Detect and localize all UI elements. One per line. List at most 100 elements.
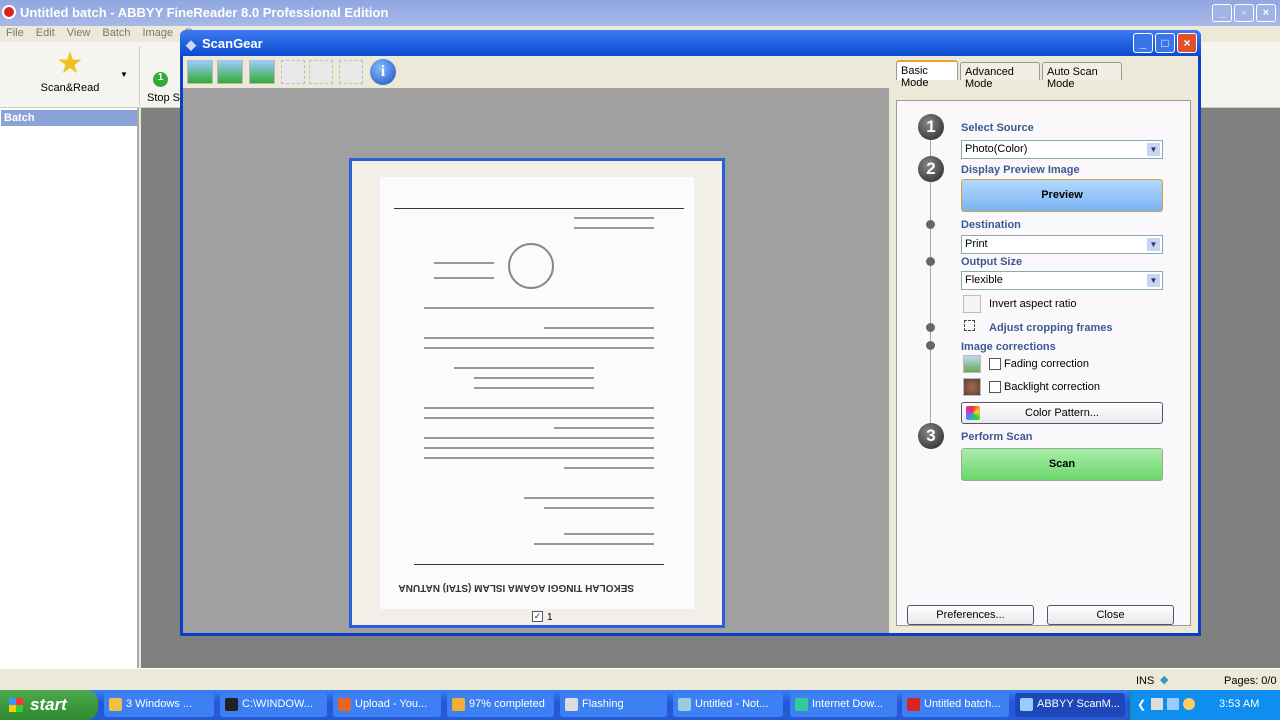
menu-view[interactable]: View — [67, 26, 91, 39]
close-dialog-button[interactable]: Close — [1047, 605, 1174, 625]
taskbar-item-label: 3 Windows ... — [126, 698, 193, 710]
menu-batch[interactable]: Batch — [102, 26, 130, 39]
select-all-icon[interactable] — [281, 60, 305, 84]
menu-file[interactable]: File — [6, 26, 24, 39]
taskbar-item-label: Upload - You... — [355, 698, 428, 710]
backlight-correction-label: Backlight correction — [1004, 381, 1100, 393]
scan-read-label: Scan&Read — [40, 82, 100, 94]
zoom-image-icon[interactable] — [187, 60, 213, 84]
taskbar-item[interactable]: Flashing — [560, 693, 667, 717]
scangear-dialog: ◆ ScanGear _ □ × i SEKOLAH TINGGI AGAMA … — [180, 30, 1201, 636]
fading-correction-checkbox[interactable] — [989, 358, 1001, 370]
minimize-button[interactable]: _ — [1212, 4, 1232, 22]
preferences-button[interactable]: Preferences... — [907, 605, 1034, 625]
preview-area[interactable]: SEKOLAH TINGGI AGAMA ISLAM (STAI) NATUNA… — [183, 88, 889, 633]
download-icon — [452, 698, 465, 711]
tab-basic-mode[interactable]: Basic Mode — [896, 60, 958, 89]
tab-advanced-mode[interactable]: Advanced Mode — [960, 62, 1040, 90]
preview-button[interactable]: Preview — [961, 179, 1163, 212]
destination-dropdown[interactable]: Print ▼ — [961, 235, 1163, 254]
rotate-right-icon[interactable] — [249, 60, 275, 84]
perform-scan-label: Perform Scan — [961, 431, 1033, 443]
taskbar-item[interactable]: Upload - You... — [333, 693, 441, 717]
pages-count: Pages: 0/0 — [1224, 675, 1277, 687]
auto-crop-icon[interactable] — [339, 60, 363, 84]
taskbar-item-label: Untitled batch... — [924, 698, 1001, 710]
close-button[interactable]: × — [1256, 4, 1276, 22]
scanner-icon — [1020, 698, 1033, 711]
tray-expand-icon[interactable]: ❮ — [1137, 698, 1146, 711]
fading-correction-label: Fading correction — [1004, 358, 1089, 370]
scangear-title-bar: ◆ ScanGear _ □ × — [180, 30, 1201, 56]
bullet-icon — [926, 323, 935, 332]
menu-image[interactable]: Image — [143, 26, 174, 39]
menu-edit[interactable]: Edit — [36, 26, 55, 39]
scangear-title: ScanGear — [202, 36, 263, 51]
image-corrections-label: Image corrections — [961, 341, 1056, 353]
scan-button[interactable]: Scan — [961, 448, 1163, 481]
taskbar: start 3 Windows ... C:\WINDOW... Upload - … — [0, 690, 1280, 720]
finereader-icon — [2, 5, 16, 19]
taskbar-item[interactable]: C:\WINDOW... — [220, 693, 327, 717]
output-size-value: Flexible — [965, 274, 1003, 286]
chevron-down-icon: ▼ — [1147, 238, 1160, 251]
firefox-icon — [338, 698, 351, 711]
backlight-correction-checkbox[interactable] — [989, 381, 1001, 393]
adjust-cropping-link[interactable]: Adjust cropping frames — [989, 322, 1112, 334]
tray-app-icon[interactable] — [1151, 698, 1163, 710]
main-title-bar: Untitled batch - ABBYY FineReader 8.0 Pr… — [0, 0, 1280, 26]
step-1-badge: 1 — [918, 114, 944, 140]
idm-icon — [795, 698, 808, 711]
start-button[interactable]: start — [0, 690, 98, 720]
tab-auto-scan-mode[interactable]: Auto Scan Mode — [1042, 62, 1122, 90]
tray-network-icon[interactable] — [1167, 698, 1179, 710]
scanner-icon: ◆ — [186, 37, 196, 52]
system-tray: ❮ 3:53 AM — [1130, 690, 1280, 720]
taskbar-item[interactable]: 97% completed — [447, 693, 554, 717]
taskbar-item[interactable]: ABBYY ScanM... — [1015, 693, 1125, 717]
taskbar-item[interactable]: Internet Dow... — [790, 693, 897, 717]
scangear-close-button[interactable]: × — [1177, 33, 1197, 53]
page-number: 1 — [547, 612, 553, 623]
step-one-icon: 1 — [153, 72, 168, 87]
tray-volume-icon[interactable] — [1183, 698, 1195, 710]
color-pattern-icon — [966, 406, 980, 420]
color-pattern-label: Color Pattern... — [1025, 407, 1099, 419]
step-3-badge: 3 — [918, 423, 944, 449]
scanned-document-image: SEKOLAH TINGGI AGAMA ISLAM (STAI) NATUNA — [380, 177, 694, 609]
taskbar-item[interactable]: Untitled - Not... — [673, 693, 783, 717]
taskbar-item[interactable]: Untitled batch... — [902, 693, 1009, 717]
page-thumbnail[interactable]: SEKOLAH TINGGI AGAMA ISLAM (STAI) NATUNA… — [349, 158, 725, 628]
clear-frames-icon[interactable] — [309, 60, 333, 84]
windows-logo-icon — [9, 698, 23, 712]
destination-value: Print — [965, 238, 988, 250]
scangear-minimize-button[interactable]: _ — [1133, 33, 1153, 53]
maximize-button[interactable]: ▫ — [1234, 4, 1254, 22]
folder-icon — [109, 698, 122, 711]
scanner-status-icon: ◆ — [1160, 674, 1169, 686]
display-preview-label: Display Preview Image — [961, 164, 1080, 176]
ins-indicator: INS — [1136, 675, 1155, 687]
taskbar-item[interactable]: 3 Windows ... — [104, 693, 214, 717]
scangear-maximize-button[interactable]: □ — [1155, 33, 1175, 53]
rotate-left-icon[interactable] — [217, 60, 243, 84]
page-checkbox[interactable]: ✓ — [532, 611, 543, 622]
invert-aspect-icon[interactable] — [963, 295, 981, 313]
color-pattern-button[interactable]: Color Pattern... — [961, 402, 1163, 424]
scan-read-dropdown[interactable]: ▼ — [120, 70, 128, 79]
start-label: start — [30, 695, 67, 714]
select-source-dropdown[interactable]: Photo(Color) ▼ — [961, 140, 1163, 159]
bullet-icon — [926, 220, 935, 229]
info-icon[interactable]: i — [370, 59, 396, 85]
star-icon: ★ — [56, 47, 84, 80]
document-heading: SEKOLAH TINGGI AGAMA ISLAM (STAI) NATUNA — [398, 582, 634, 593]
chevron-down-icon: ▼ — [1147, 143, 1160, 156]
taskbar-item-label: ABBYY ScanM... — [1037, 698, 1120, 710]
taskbar-item-label: Flashing — [582, 698, 624, 710]
chevron-down-icon: ▼ — [1147, 274, 1160, 287]
output-size-dropdown[interactable]: Flexible ▼ — [961, 271, 1163, 290]
destination-label: Destination — [961, 219, 1021, 231]
finereader-icon — [907, 698, 920, 711]
crop-frame-icon[interactable] — [964, 320, 975, 331]
scan-read-button[interactable]: ★ Scan&Read — [20, 46, 120, 106]
